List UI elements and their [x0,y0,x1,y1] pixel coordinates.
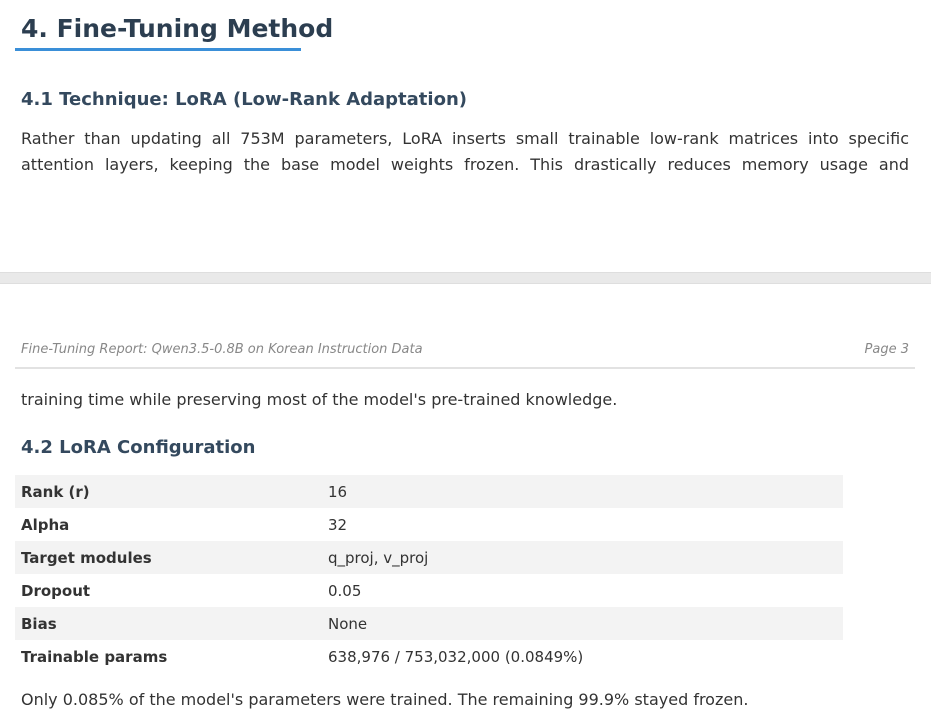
table-row: Alpha 32 [15,508,843,541]
running-header: Fine-Tuning Report: Qwen3.5-0.8B on Kore… [21,341,909,359]
config-value: None [322,607,843,640]
paragraph-line-2: attention layers, keeping the base model… [21,155,909,174]
config-value: 32 [328,515,348,534]
config-value: 638,976 / 753,032,000 (0.0849%) [328,647,584,666]
table-row: Dropout 0.05 [15,574,843,607]
subsection-title-technique: 4.1 Technique: LoRA (Low-Rank Adaptation… [21,89,467,110]
config-value: q_proj, v_proj [322,541,843,574]
subsection-title-configuration: 4.2 LoRA Configuration [21,437,256,458]
table-row: Rank (r) 16 [15,475,843,508]
summary-paragraph: Only 0.085% of the model's parameters we… [21,690,749,709]
section-title: 4. Fine-Tuning Method [21,14,334,43]
config-key: Rank (r) [15,475,322,508]
page-break [0,272,931,284]
config-value: 16 [322,475,843,508]
config-value: 0.05 [328,581,362,600]
table-row: Target modules q_proj, v_proj [15,541,843,574]
running-header-title: Fine-Tuning Report: Qwen3.5-0.8B on Kore… [21,342,423,357]
table-row: Trainable params 638,976 / 753,032,000 (0… [15,640,843,673]
running-header-rule [15,367,915,369]
config-key: Target modules [15,541,322,574]
section-title-underline [15,48,301,51]
lora-config-table: Rank (r) 16 Alpha 32 Target modules q_proj, v… [15,475,843,673]
config-key: Bias [15,607,322,640]
config-key: Trainable params [21,647,168,666]
page-number: Page 3 [864,342,909,357]
continuation-paragraph: training time while preserving most of t… [21,390,618,409]
table-row: Bias None [15,607,843,640]
config-key: Dropout [21,581,91,600]
config-key: Alpha [21,515,70,534]
paragraph-line-1: Rather than updating all 753M parameters… [21,129,909,148]
